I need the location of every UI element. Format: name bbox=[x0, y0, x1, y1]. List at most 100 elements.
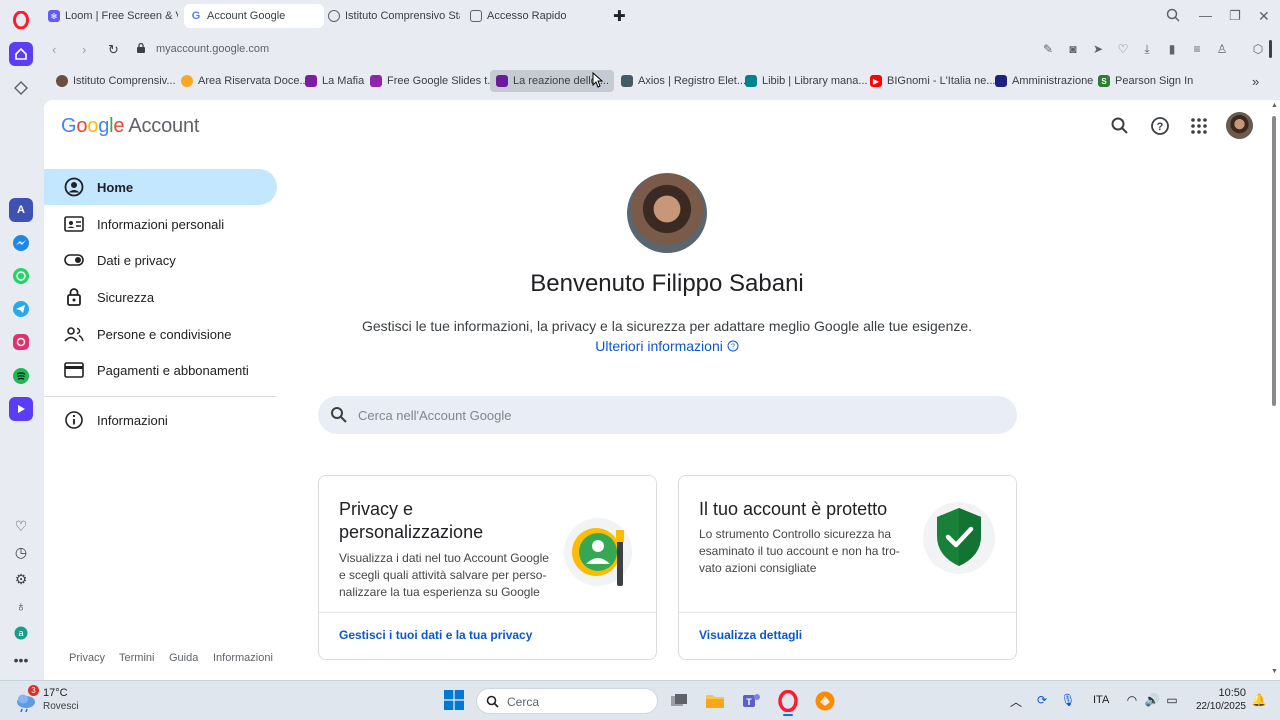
snapshot-edit-button[interactable]: ✎ bbox=[1041, 42, 1055, 56]
rail-amazon-button[interactable]: a bbox=[12, 624, 30, 642]
taskbar-file-explorer[interactable] bbox=[704, 690, 726, 712]
nav-divider bbox=[44, 396, 277, 397]
more-info-link[interactable]: Ulteriori informazioni ? bbox=[595, 338, 739, 354]
nav-informazioni[interactable]: Informazioni bbox=[44, 402, 277, 438]
tab-accesso-rapido[interactable]: Accesso Rapido bbox=[464, 4, 594, 28]
weather-widget[interactable]: 3 bbox=[14, 685, 39, 713]
rail-app-instagram[interactable] bbox=[9, 330, 33, 354]
bookmark-pearson[interactable]: S Pearson Sign In bbox=[1092, 70, 1199, 92]
tray-sync-button[interactable]: ⟳ bbox=[1034, 693, 1050, 709]
tab-loom[interactable]: ✻ Loom | Free Screen & Vid bbox=[42, 4, 178, 28]
view-details-link[interactable]: Visualizza dettagli bbox=[699, 628, 802, 642]
nav-persone-e-condivisione[interactable]: Persone e condivisione bbox=[44, 316, 277, 352]
clock-time[interactable]: 10:50 bbox=[1200, 687, 1246, 699]
nav-dati-e-privacy[interactable]: Dati e privacy bbox=[44, 242, 277, 278]
bookmarks-overflow-button[interactable]: » bbox=[1246, 70, 1265, 92]
scroll-up-icon[interactable]: ▲ bbox=[1271, 102, 1278, 109]
tray-battery-button[interactable]: ▭ bbox=[1164, 693, 1180, 709]
tray-microphone-button[interactable]: 🎙 bbox=[1060, 693, 1076, 709]
google-account-logo[interactable]: Google Account bbox=[61, 115, 199, 138]
opera-menu-button[interactable] bbox=[9, 8, 33, 32]
new-tab-button[interactable]: ✚ bbox=[613, 7, 626, 25]
rail-tips-button[interactable]: ♁ bbox=[12, 597, 30, 615]
download-icon: ⤓ bbox=[1144, 42, 1150, 56]
tray-volume-button[interactable]: 🔊 bbox=[1144, 693, 1160, 709]
bookmark-axios[interactable]: Axios | Registro Elet... bbox=[615, 70, 752, 92]
nav-informazioni-personali[interactable]: Informazioni personali bbox=[44, 206, 277, 242]
taskbar-opera[interactable] bbox=[777, 689, 799, 716]
tab-account-google[interactable]: G Account Google bbox=[184, 4, 324, 28]
taskbar-app-orange[interactable] bbox=[814, 690, 836, 712]
tab-search-button[interactable] bbox=[1166, 8, 1180, 25]
bookmark-free-google-slides[interactable]: Free Google Slides t... bbox=[364, 70, 502, 92]
account-search-input[interactable] bbox=[358, 396, 998, 434]
google-apps-button[interactable] bbox=[1188, 115, 1210, 137]
minimize-button[interactable]: — bbox=[1199, 8, 1212, 23]
school-icon bbox=[56, 75, 68, 87]
downloads-button[interactable]: ⤓ bbox=[1140, 42, 1154, 56]
account-avatar[interactable] bbox=[1226, 112, 1253, 139]
rail-app-spotify[interactable] bbox=[9, 364, 33, 388]
rail-history-button[interactable]: ◷ bbox=[12, 543, 30, 561]
notifications-button[interactable]: 🔔 bbox=[1251, 693, 1267, 709]
snapshot-button[interactable]: ◙ bbox=[1066, 42, 1080, 56]
taskbar-teams[interactable]: T bbox=[740, 690, 762, 712]
bookmark-libib[interactable]: Libib | Library mana... bbox=[739, 70, 874, 92]
scrollbar-thumb[interactable] bbox=[1272, 116, 1276, 406]
account-search-button[interactable] bbox=[1109, 115, 1131, 137]
nav-pagamenti-e-abbonamenti[interactable]: Pagamenti e abbonamenti bbox=[44, 352, 277, 388]
taskbar-task-view[interactable] bbox=[668, 690, 690, 712]
back-button[interactable]: ‹ bbox=[52, 42, 56, 57]
bookmark-label: Free Google Slides t... bbox=[387, 75, 497, 87]
tab-istituto[interactable]: Istituto Comprensivo Stata bbox=[322, 4, 460, 28]
tray-wifi-button[interactable]: ◠ bbox=[1124, 693, 1140, 709]
diamond-icon bbox=[14, 81, 28, 95]
rail-app-messenger[interactable] bbox=[9, 231, 33, 255]
flow-button[interactable]: ➤ bbox=[1091, 42, 1105, 56]
profile-button[interactable]: ♙ bbox=[1215, 42, 1229, 56]
page-scrollbar[interactable]: ▲ ▼ bbox=[1270, 100, 1280, 680]
footer-termini-link[interactable]: Termini bbox=[119, 652, 154, 664]
bookmark-area-riservata[interactable]: Area Riservata Doce... bbox=[175, 70, 315, 92]
forward-button[interactable]: › bbox=[82, 42, 86, 57]
footer-privacy-link[interactable]: Privacy bbox=[69, 652, 105, 664]
rail-app-telegram[interactable] bbox=[9, 297, 33, 321]
reload-button[interactable]: ↻ bbox=[108, 42, 119, 58]
rail-app-player[interactable] bbox=[9, 397, 33, 421]
clock-date[interactable]: 22/10/2025 bbox=[1186, 701, 1246, 712]
manage-data-link[interactable]: Gestisci i tuoi dati e la tua privacy bbox=[339, 628, 532, 642]
help-button[interactable]: ? bbox=[1149, 115, 1171, 137]
rail-settings-button[interactable]: ⚙ bbox=[12, 570, 30, 588]
rail-app-aria[interactable]: A bbox=[9, 198, 33, 222]
rail-more-button[interactable]: ••• bbox=[12, 651, 30, 669]
taskbar-search[interactable]: Cerca bbox=[476, 688, 658, 714]
task-view-icon bbox=[671, 694, 687, 706]
tray-overflow-button[interactable]: ︿ bbox=[1008, 693, 1024, 709]
rail-app-whatsapp[interactable] bbox=[9, 264, 33, 288]
pinboard-button[interactable] bbox=[9, 76, 33, 100]
start-button[interactable] bbox=[444, 690, 464, 715]
footer-guida-link[interactable]: Guida bbox=[169, 652, 198, 664]
nav-sicurezza[interactable]: Sicurezza bbox=[44, 279, 277, 315]
site-info-button[interactable] bbox=[136, 42, 146, 57]
nav-home[interactable]: Home bbox=[44, 169, 277, 205]
bookmark-la-mafia[interactable]: La Mafia bbox=[299, 70, 370, 92]
footer-informazioni-link[interactable]: Informazioni bbox=[213, 652, 273, 664]
extensions-button[interactable]: ⬡ bbox=[1251, 42, 1265, 56]
bookmark-istituto[interactable]: Istituto Comprensiv... bbox=[50, 70, 182, 92]
bookmark-button[interactable]: ♡ bbox=[1116, 42, 1130, 56]
restore-button[interactable]: ❐ bbox=[1229, 8, 1241, 24]
speed-dial-button[interactable] bbox=[9, 42, 33, 66]
bookmark-amministrazione[interactable]: Amministrazione bbox=[989, 70, 1099, 92]
easy-setup-button[interactable]: ≡ bbox=[1190, 42, 1204, 56]
close-window-button[interactable]: ✕ bbox=[1258, 8, 1270, 25]
sidebar-toggle[interactable] bbox=[1269, 40, 1272, 58]
folder-icon bbox=[706, 695, 724, 708]
scroll-down-icon[interactable]: ▼ bbox=[1271, 668, 1278, 675]
battery-saver-button[interactable]: ▮ bbox=[1165, 42, 1179, 56]
bookmark-bignomi[interactable]: ▶ BIGnomi - L'Italia ne... bbox=[864, 70, 1001, 92]
url-field[interactable]: myaccount.google.com bbox=[156, 43, 269, 55]
rail-favorites-button[interactable]: ♡ bbox=[12, 517, 30, 535]
input-language-indicator[interactable]: ITA bbox=[1093, 694, 1109, 706]
profile-photo[interactable] bbox=[627, 173, 707, 253]
